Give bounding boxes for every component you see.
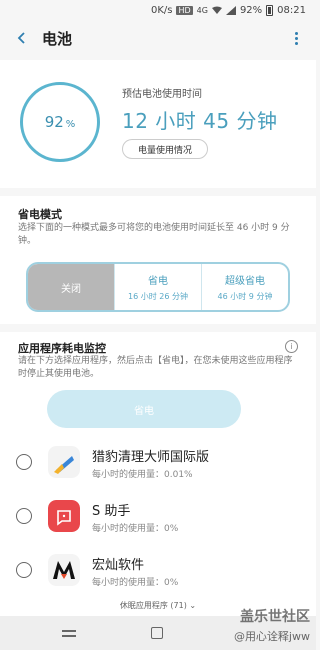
app-usage: 每小时的使用量：0.01% xyxy=(92,470,193,480)
app-name: S 助手 xyxy=(92,504,131,519)
battery-icon xyxy=(266,4,274,16)
app-row-cleanmaster[interactable]: 猎豹清理大师国际版 每小时的使用量：0.01% xyxy=(0,434,316,490)
wifi-icon xyxy=(211,6,222,14)
back-arrow-icon xyxy=(17,32,25,44)
battery-summary-card: 92 % 预估电池使用时间 12 小时 45 分钟 电量使用情况 xyxy=(0,60,316,188)
app-usage: 每小时的使用量：0% xyxy=(92,524,179,534)
estimate-value: 12 小时 45 分钟 xyxy=(122,109,278,133)
power-saving-mode-card: 省电模式 选择下面的一种模式最多可将您的电池使用时间延长至 46 小时 9 分钟… xyxy=(0,196,316,324)
power-mode-title: 省电模式 xyxy=(18,208,62,221)
hongcan-app-icon xyxy=(48,554,80,586)
mode-off-option[interactable]: 关闭 xyxy=(28,264,114,310)
mode-label: 超级省电 xyxy=(225,276,265,287)
app-power-monitor-card: 应用程序耗电监控 i 请在下方选择应用程序，然后点击【省电】，在您未使用这些应用… xyxy=(0,332,316,616)
app-name: 猎豹清理大师国际版 xyxy=(92,450,210,465)
app-name: 宏灿软件 xyxy=(92,558,145,573)
signal-icon xyxy=(225,5,236,15)
select-radio[interactable] xyxy=(16,508,32,524)
mode-duration: 16 小时 26 分钟 xyxy=(128,292,188,301)
page-title: 电池 xyxy=(42,29,73,48)
watermark: 盖乐世社区 @用心诠释jww xyxy=(200,606,310,646)
recent-apps-icon[interactable] xyxy=(62,630,76,638)
battery-level-ring: 92 % xyxy=(20,82,100,162)
cleanmaster-app-icon xyxy=(48,446,80,478)
mode-max-power-saving-option[interactable]: 超级省电 46 小时 9 分钟 xyxy=(201,264,288,310)
app-row-hongcan[interactable]: 宏灿软件 每小时的使用量：0% xyxy=(0,542,316,598)
more-options-icon[interactable] xyxy=(286,28,306,48)
watermark-line-1: 盖乐世社区 xyxy=(240,609,310,625)
home-icon[interactable] xyxy=(151,627,163,639)
clock: 08:21 xyxy=(277,4,306,16)
power-mode-selector: 关闭 省电 16 小时 26 分钟 超级省电 46 小时 9 分钟 xyxy=(26,262,290,312)
network-type: 4G xyxy=(196,5,208,15)
mode-duration: 46 小时 9 分钟 xyxy=(217,292,273,301)
app-row-s-assistant[interactable]: S 助手 每小时的使用量：0% xyxy=(0,488,316,544)
estimate-label: 预估电池使用时间 xyxy=(122,89,202,100)
battery-percent-sign: % xyxy=(65,118,76,130)
watermark-line-2: @用心诠释jww xyxy=(233,630,310,643)
hd-badge: HD xyxy=(176,5,193,15)
battery-percent-value: 92 xyxy=(44,113,64,131)
save-power-button[interactable]: 省电 xyxy=(47,390,241,428)
mode-label: 省电 xyxy=(148,276,168,287)
battery-percent: 92% xyxy=(239,4,263,16)
app-monitor-description: 请在下方选择应用程序，然后点击【省电】，在您未使用这些应用程序时停止其使用电池。 xyxy=(18,356,293,379)
app-bar: 电池 xyxy=(0,20,316,56)
s-assistant-app-icon xyxy=(48,500,80,532)
battery-usage-button[interactable]: 电量使用情况 xyxy=(122,139,208,159)
app-monitor-title: 应用程序耗电监控 xyxy=(18,342,106,355)
mode-label: 关闭 xyxy=(61,283,81,295)
power-mode-description: 选择下面的一种模式最多可将您的电池使用时间延长至 46 小时 9 分钟。 xyxy=(18,223,290,246)
status-bar: 0K/s HD 4G 92% 08:21 xyxy=(0,0,316,20)
select-radio[interactable] xyxy=(16,562,32,578)
select-radio[interactable] xyxy=(16,454,32,470)
mode-power-saving-option[interactable]: 省电 16 小时 26 分钟 xyxy=(114,264,201,310)
info-icon[interactable]: i xyxy=(285,340,298,353)
app-usage: 每小时的使用量：0% xyxy=(92,578,179,588)
back-button[interactable] xyxy=(4,20,40,56)
network-speed: 0K/s xyxy=(150,4,173,16)
